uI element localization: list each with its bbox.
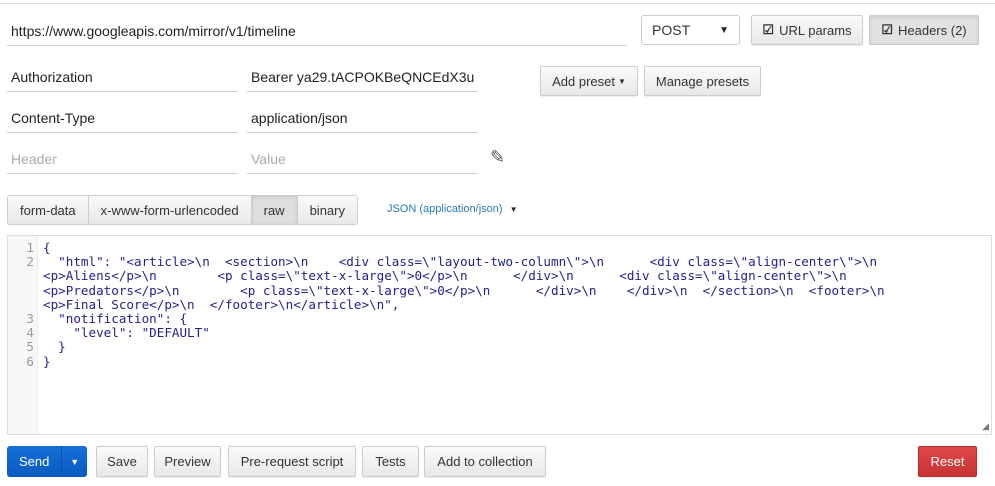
code-line: 2 "html": "<article>\n <section>\n <div … (8, 254, 885, 270)
line-number (8, 269, 43, 283)
header-value-input[interactable] (247, 62, 477, 92)
code-text: <p>Predators</p>\n <p class=\"text-x-lar… (43, 282, 885, 298)
line-number: 2 (26, 254, 34, 270)
reset-button[interactable]: Reset (918, 446, 977, 477)
format-dropdown[interactable]: JSON (application/json) ▼ (387, 203, 518, 215)
code-line: 5 } (8, 340, 885, 354)
code-line: 3 "notification": { (8, 310, 885, 326)
code-line: 1{ (8, 240, 885, 255)
url-input[interactable] (7, 17, 627, 46)
headers-button[interactable]: ☑ Headers (2) (869, 15, 979, 45)
code-line: 6} (8, 353, 885, 369)
line-number (8, 298, 43, 312)
code-line: <p>Final Score</p>\n </footer>\n</articl… (8, 296, 885, 312)
new-header-key-input[interactable] (7, 144, 237, 174)
save-button[interactable]: Save (96, 446, 148, 477)
code-line: 4 "level": "DEFAULT" (8, 325, 885, 341)
new-header-value-input[interactable] (247, 144, 477, 174)
bulk-edit-icon[interactable]: ✎ (490, 147, 505, 168)
tab-binary[interactable]: binary (297, 196, 357, 224)
preview-button[interactable]: Preview (154, 446, 221, 477)
add-preset-label: Add preset (552, 73, 615, 89)
manage-presets-label: Manage presets (655, 73, 750, 89)
code-text: "notification": { (43, 310, 188, 326)
code-line: <p>Aliens</p>\n <p class=\"text-x-large\… (8, 269, 885, 283)
line-number: 4 (26, 325, 34, 341)
caret-down-icon: ▼ (617, 76, 626, 86)
code-text: "level": "DEFAULT" (43, 325, 210, 341)
headers-label: Headers (2) (898, 22, 967, 38)
method-value: POST (652, 22, 691, 38)
header-key-input[interactable] (7, 103, 237, 133)
tab-form-data[interactable]: form-data (8, 196, 89, 224)
manage-presets-button[interactable]: Manage presets (644, 66, 761, 96)
caret-down-icon: ▼ (509, 205, 518, 214)
tests-button[interactable]: Tests (362, 446, 419, 477)
url-params-label: URL params (779, 22, 852, 38)
send-button-group: Send ▼ (7, 446, 87, 477)
resize-handle-icon[interactable]: ◢ (982, 421, 989, 432)
code-line: <p>Predators</p>\n <p class=\"text-x-lar… (8, 282, 885, 298)
method-select[interactable]: POST ▼ (641, 15, 740, 45)
pre-request-script-button[interactable]: Pre-request script (228, 446, 356, 477)
chevron-down-icon: ▼ (719, 24, 729, 36)
format-label: JSON (application/json) (387, 203, 503, 215)
code-text: } (43, 339, 66, 355)
code-lines: 1{2 "html": "<article>\n <section>\n <di… (8, 240, 885, 369)
edit-icon: ☑ (881, 22, 893, 37)
add-to-collection-button[interactable]: Add to collection (424, 446, 546, 477)
send-button[interactable]: Send (7, 446, 61, 477)
edit-icon: ☑ (762, 22, 775, 37)
header-value-input[interactable] (247, 103, 477, 133)
line-number (8, 284, 43, 298)
tab-x-www-form-urlencoded[interactable]: x-www-form-urlencoded (88, 196, 252, 224)
code-text: { (43, 240, 51, 255)
line-number: 3 (26, 310, 34, 326)
send-options-caret-icon[interactable]: ▼ (61, 446, 87, 477)
line-number: 5 (26, 339, 34, 355)
body-type-tabs: form-data x-www-form-urlencoded raw bina… (7, 195, 358, 225)
top-divider (0, 3, 995, 4)
body-editor[interactable]: 1{2 "html": "<article>\n <section>\n <di… (7, 235, 992, 435)
code-text: <p>Final Score</p>\n </footer>\n</articl… (43, 296, 400, 312)
url-params-button[interactable]: ☑ URL params (751, 15, 863, 45)
add-preset-button[interactable]: Add preset ▼ (540, 66, 638, 96)
tab-raw[interactable]: raw (251, 196, 298, 224)
line-number: 6 (26, 353, 34, 369)
line-number: 1 (26, 240, 34, 255)
code-text: "html": "<article>\n <section>\n <div cl… (43, 254, 878, 270)
code-text: <p>Aliens</p>\n <p class=\"text-x-large\… (43, 268, 847, 284)
header-key-input[interactable] (7, 62, 237, 92)
code-text: } (43, 353, 51, 369)
